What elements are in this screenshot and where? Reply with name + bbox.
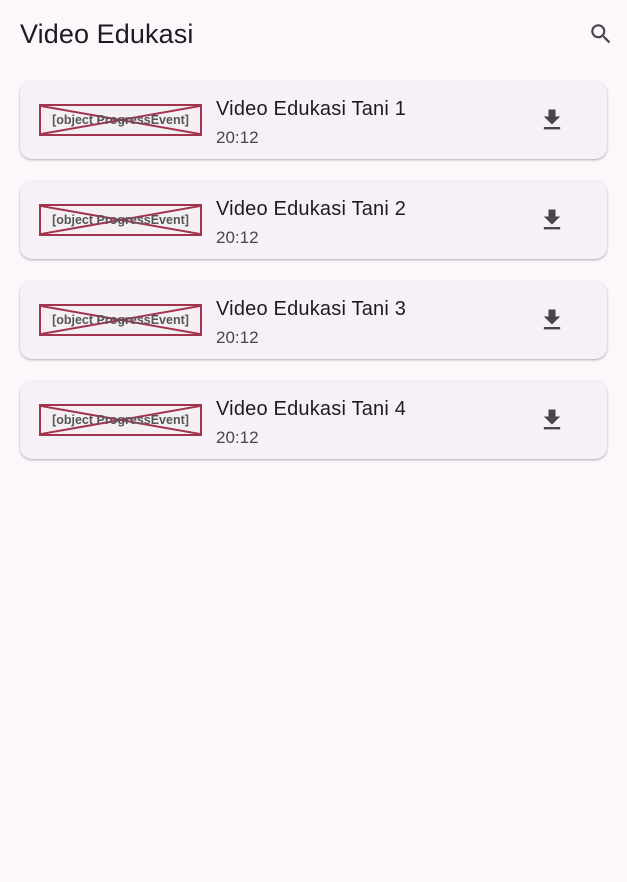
video-card[interactable]: [object ProgressEvent] Video Edukasi Tan… [20,81,607,159]
thumbnail-alt-text: [object ProgressEvent] [52,413,189,427]
video-list: [object ProgressEvent] Video Edukasi Tan… [20,81,607,481]
thumbnail-alt-text: [object ProgressEvent] [52,213,189,227]
search-icon [591,24,611,44]
video-title: Video Edukasi Tani 1 [216,98,407,120]
video-thumbnail-broken: [object ProgressEvent] [39,204,202,236]
download-icon [543,209,561,230]
thumbnail-alt-text: [object ProgressEvent] [52,113,189,127]
video-duration: 20:12 [216,328,259,347]
video-title: Video Edukasi Tani 4 [216,398,407,420]
download-button[interactable] [535,303,569,337]
search-button[interactable] [584,17,618,51]
download-button[interactable] [535,103,569,137]
download-button[interactable] [535,403,569,437]
video-title: Video Edukasi Tani 2 [216,198,407,220]
video-thumbnail-broken: [object ProgressEvent] [39,404,202,436]
video-card[interactable]: [object ProgressEvent] Video Edukasi Tan… [20,181,607,259]
video-duration: 20:12 [216,228,259,247]
video-duration: 20:12 [216,428,259,447]
video-thumbnail-broken: [object ProgressEvent] [39,104,202,136]
thumbnail-alt-text: [object ProgressEvent] [52,313,189,327]
video-title: Video Edukasi Tani 3 [216,298,407,320]
video-card[interactable]: [object ProgressEvent] Video Edukasi Tan… [20,281,607,359]
app-bar: Video Edukasi [0,0,627,70]
download-icon [543,309,561,330]
download-icon [543,109,561,130]
video-card[interactable]: [object ProgressEvent] Video Edukasi Tan… [20,381,607,459]
download-icon [543,409,561,430]
video-duration: 20:12 [216,128,259,147]
page-title: Video Edukasi [20,19,194,49]
video-thumbnail-broken: [object ProgressEvent] [39,304,202,336]
download-button[interactable] [535,203,569,237]
